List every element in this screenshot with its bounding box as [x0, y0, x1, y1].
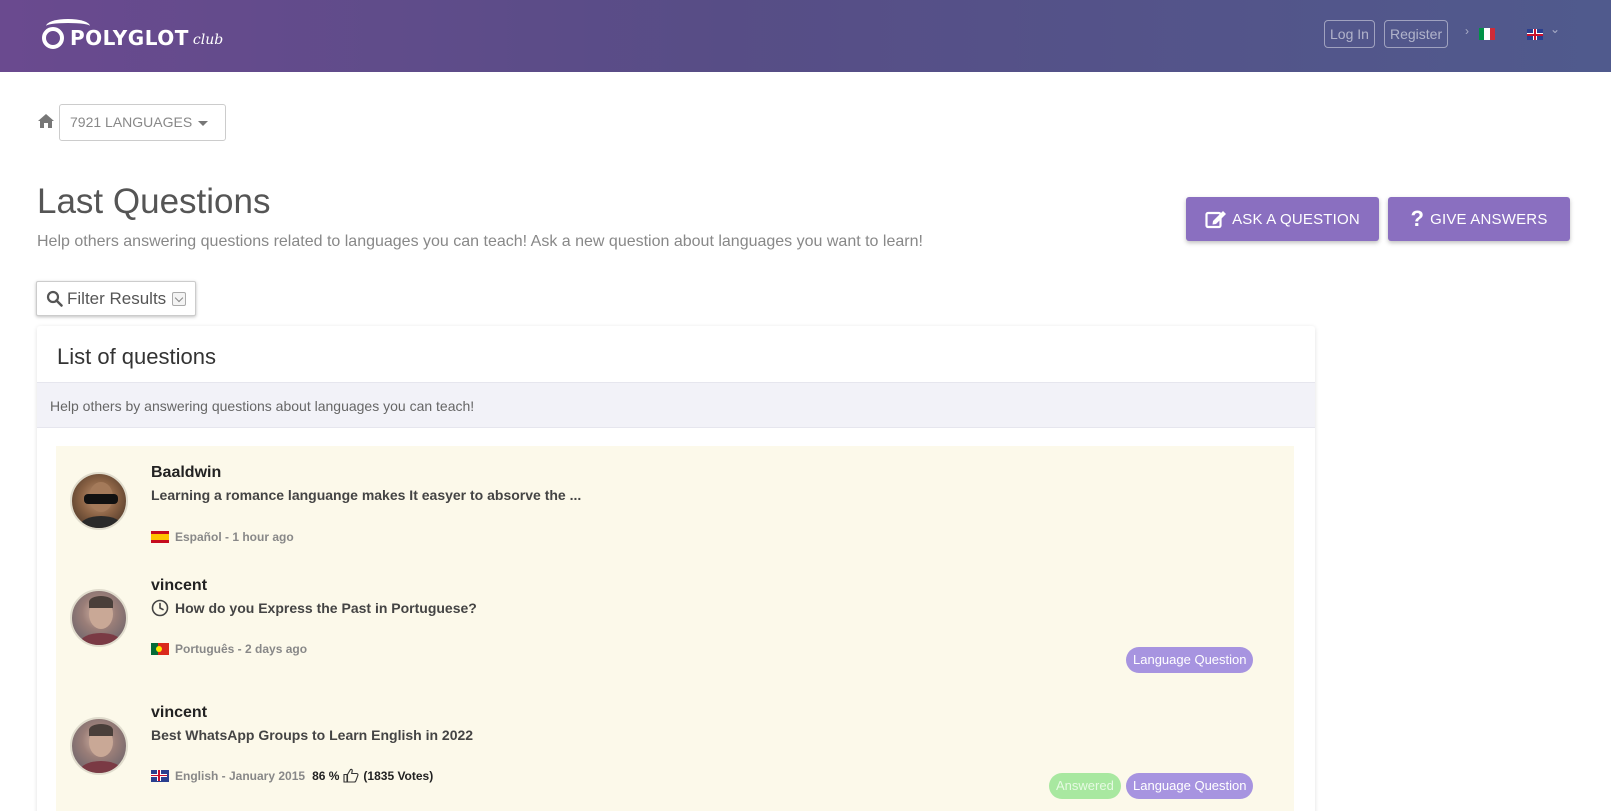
avatar[interactable] — [70, 472, 128, 530]
caret-down-icon — [198, 120, 209, 126]
question-author[interactable]: Baaldwin — [151, 464, 221, 482]
panel-hint: Help others by answering questions about… — [37, 382, 1315, 428]
register-button[interactable]: Register — [1384, 20, 1449, 48]
italian-flag-icon[interactable] — [1479, 28, 1495, 40]
dropdown-toggle-icon — [172, 291, 187, 306]
question-meta-label: Español - 1 hour ago — [175, 530, 294, 544]
question-meta: Português - 2 days ago — [151, 642, 307, 656]
question-meta: Español - 1 hour ago — [151, 530, 294, 544]
answered-status-tag: Answered — [1049, 773, 1121, 799]
logo-sub: club — [192, 32, 224, 48]
rating: 86 % (1835 Votes) — [312, 768, 433, 783]
question-text[interactable]: How do you Express the Past in Portugues… — [151, 599, 477, 617]
question-author[interactable]: vincent — [151, 577, 207, 595]
login-button[interactable]: Log In — [1324, 20, 1375, 48]
give-answers-label: GIVE ANSWERS — [1430, 210, 1548, 228]
question-item[interactable]: vincent Best WhatsApp Groups to Learn En… — [56, 699, 1294, 811]
question-item[interactable]: vincent How do you Express the Past in P… — [56, 571, 1294, 696]
home-icon[interactable] — [37, 113, 55, 129]
languages-dropdown[interactable]: 7921 LANGUAGES — [59, 104, 226, 141]
filter-results-toggle[interactable]: Filter Results — [36, 281, 196, 316]
question-meta: English - January 2015 86 % (1835 Votes) — [151, 768, 433, 783]
vote-count: (1835 Votes) — [363, 768, 434, 783]
question-text[interactable]: Learning a romance languange makes It ea… — [151, 487, 581, 503]
ask-question-label: ASK A QUESTION — [1232, 210, 1360, 228]
top-navbar: POLYGLOT club Log In Register › ⌄ — [0, 0, 1611, 72]
ask-question-button[interactable]: ASK A QUESTION — [1186, 197, 1379, 241]
rating-percent: 86 % — [312, 768, 340, 783]
language-question-tag[interactable]: Language Question — [1126, 647, 1254, 673]
uk-flag-icon — [151, 769, 169, 782]
questions-panel: List of questions Help others by answeri… — [37, 326, 1315, 811]
question-item[interactable]: Baaldwin Learning a romance languange ma… — [56, 446, 1294, 571]
language-question-tag[interactable]: Language Question — [1126, 773, 1254, 799]
thumbs-up-icon[interactable] — [343, 768, 359, 783]
question-text[interactable]: Best WhatsApp Groups to Learn English in… — [151, 727, 473, 743]
es-flag-icon — [151, 531, 169, 543]
question-text-label: How do you Express the Past in Portugues… — [175, 600, 477, 616]
questions-list: Baaldwin Learning a romance languange ma… — [56, 446, 1294, 811]
avatar[interactable] — [70, 589, 128, 647]
page-title: Last Questions — [37, 182, 271, 221]
languages-dropdown-label: 7921 LANGUAGES — [70, 114, 193, 130]
pt-flag-icon — [151, 643, 169, 655]
chevron-right-icon: › — [1465, 24, 1469, 38]
question-text-label: Learning a romance languange makes It ea… — [151, 487, 582, 503]
edit-icon — [1205, 211, 1227, 229]
uk-flag-language-selector-icon[interactable] — [1527, 29, 1543, 40]
question-author[interactable]: vincent — [151, 704, 207, 722]
chevron-down-icon[interactable]: ⌄ — [1550, 22, 1560, 36]
polyglot-club-logo[interactable]: POLYGLOT club — [42, 16, 223, 52]
clock-icon — [151, 599, 169, 617]
page-subtitle: Help others answering questions related … — [37, 233, 923, 250]
question-meta-label: Português - 2 days ago — [175, 642, 308, 656]
panel-title: List of questions — [57, 344, 216, 369]
filter-results-label: Filter Results — [67, 288, 167, 308]
chameleon-logo-icon — [42, 19, 90, 49]
question-text-label: Best WhatsApp Groups to Learn English in… — [151, 727, 474, 743]
question-mark-icon: ? — [1410, 206, 1425, 231]
give-answers-button[interactable]: ? GIVE ANSWERS — [1388, 197, 1570, 241]
avatar[interactable] — [70, 717, 128, 775]
search-icon — [46, 290, 63, 307]
question-meta-label: English - January 2015 — [175, 768, 306, 783]
